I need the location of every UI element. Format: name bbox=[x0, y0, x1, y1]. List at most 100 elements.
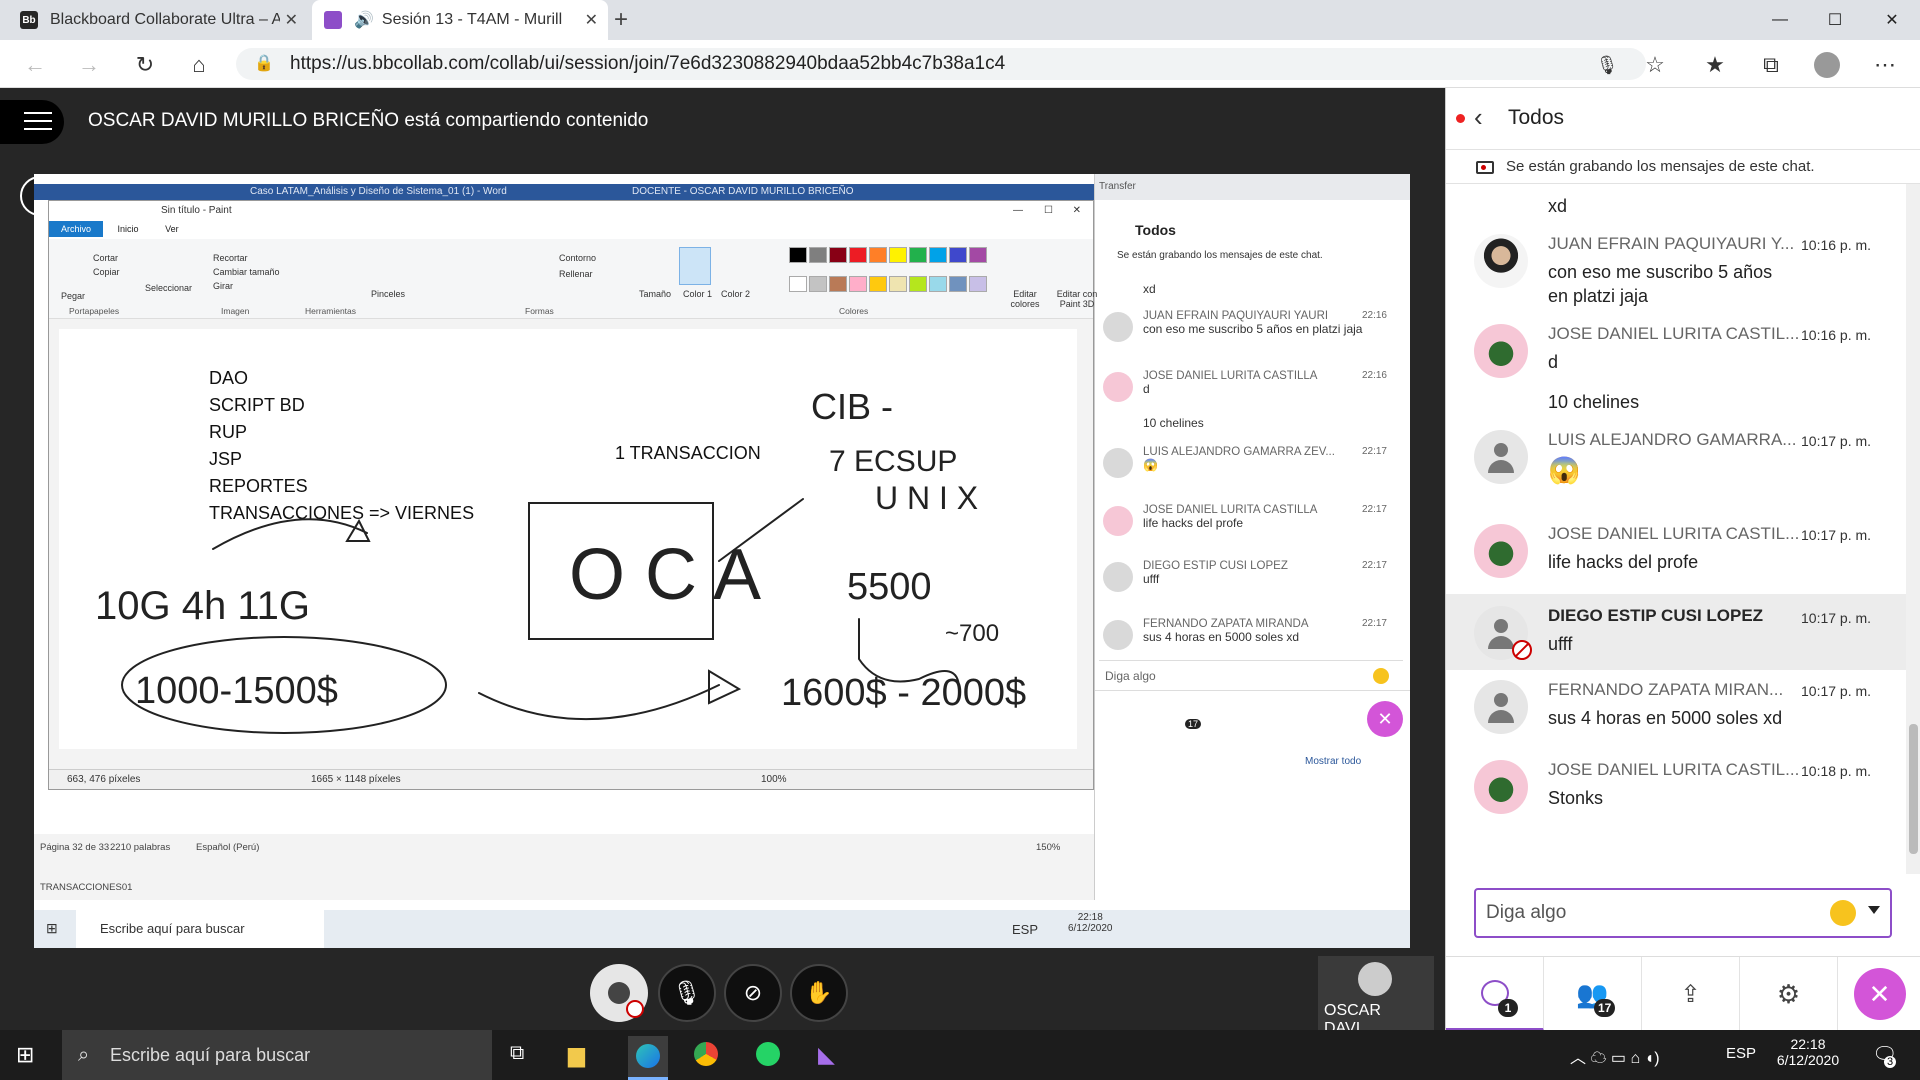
avatar bbox=[1474, 680, 1528, 734]
microphone-button[interactable]: 🎙 bbox=[658, 964, 716, 1022]
collections-icon[interactable]: ⧉ bbox=[1756, 50, 1786, 80]
chat-panel: ‹ Todos Se están grabando los mensajes d… bbox=[1445, 88, 1920, 1031]
palette-swatch bbox=[969, 247, 987, 263]
recording-notice-text: Se están grabando los mensajes de este c… bbox=[1506, 158, 1815, 175]
chrome-icon[interactable] bbox=[694, 1042, 718, 1066]
cursor-position: 663, 476 píxeles bbox=[67, 774, 141, 785]
chat-input[interactable]: Diga algo bbox=[1474, 888, 1892, 938]
status-button[interactable] bbox=[590, 964, 648, 1022]
chat-scrollbar[interactable] bbox=[1906, 184, 1920, 874]
word-zoom: 150% bbox=[1036, 842, 1061, 853]
palette-swatch bbox=[849, 276, 867, 292]
avatar bbox=[1103, 312, 1133, 342]
maximize-icon[interactable]: ☐ bbox=[1807, 0, 1863, 40]
palette-swatch bbox=[889, 247, 907, 263]
blocked-icon bbox=[626, 1000, 644, 1018]
message-text: con eso me suscribo 5 años en platzi jaj… bbox=[1548, 262, 1773, 306]
back-icon[interactable]: ← bbox=[20, 50, 50, 80]
color2-label: Color 2 bbox=[721, 289, 751, 299]
paste-label: Pegar bbox=[61, 291, 86, 301]
microphone-blocked-icon[interactable]: 🎙 bbox=[1592, 50, 1622, 80]
chat-tab-button[interactable]: 1 bbox=[1446, 957, 1544, 1031]
emoji-icon[interactable] bbox=[1830, 900, 1856, 926]
camera-button[interactable]: ⊘ bbox=[724, 964, 782, 1022]
outline-label: Contorno bbox=[559, 253, 597, 263]
attendees-button[interactable]: 👥 17 bbox=[1544, 957, 1642, 1031]
share-content-button[interactable]: ⇪ bbox=[1642, 957, 1740, 1031]
task-view-icon[interactable]: ⧉ bbox=[510, 1042, 524, 1065]
avatar bbox=[1103, 562, 1133, 592]
chat-message: FERNANDO ZAPATA MIRAN... 10:17 p. m. sus… bbox=[1446, 680, 1906, 740]
clock[interactable]: 22:18 6/12/2020 bbox=[1776, 1036, 1840, 1068]
message-author: DIEGO ESTIP CUSI LOPEZ bbox=[1548, 606, 1764, 625]
blackboard-favicon: Bb bbox=[20, 11, 38, 29]
tab-session[interactable]: 🔊 Sesión 13 - T4AM - Murillo ✕ bbox=[312, 0, 608, 40]
language-indicator[interactable]: ESP bbox=[1726, 1045, 1756, 1062]
reload-icon[interactable]: ↻ bbox=[130, 50, 160, 80]
tab-close-icon[interactable]: ✕ bbox=[285, 10, 298, 30]
group-colors: Colores bbox=[839, 306, 869, 316]
message-text: xd bbox=[1548, 196, 1568, 216]
chat-message: LUIS ALEJANDRO GAMARRA... 10:17 p. m. 😱 bbox=[1446, 430, 1906, 494]
file-explorer-icon[interactable]: ▆ bbox=[568, 1042, 585, 1068]
taskbar-search-text: Escribe aquí para buscar bbox=[110, 1045, 311, 1065]
group-tools: Herramientas bbox=[305, 306, 357, 316]
avatar bbox=[1474, 524, 1528, 578]
tab-blackboard[interactable]: Bb Blackboard Collaborate Ultra – A ✕ bbox=[8, 0, 308, 40]
paint-minimize-icon: — bbox=[1013, 205, 1023, 216]
presenter-tile[interactable]: OSCAR DAVI... bbox=[1318, 956, 1434, 1037]
message-text: life hacks del profe bbox=[1548, 552, 1699, 572]
shared-chat-message: DIEGO ESTIP CUSI LOPEZ ufff 22:17 bbox=[1103, 560, 1399, 592]
minimize-icon[interactable]: — bbox=[1752, 0, 1808, 40]
chevron-down-icon[interactable] bbox=[1868, 906, 1880, 914]
forward-icon[interactable]: → bbox=[74, 50, 104, 80]
copy-label: Copiar bbox=[93, 267, 120, 277]
browser-tab-bar: Bb Blackboard Collaborate Ultra – A ✕ 🔊 … bbox=[0, 0, 1920, 40]
word-status-area: Página 32 de 33 2210 palabras Español (P… bbox=[34, 834, 1094, 900]
paint-status-bar: 663, 476 píxeles 1665 × 1148 píxeles 100… bbox=[49, 769, 1093, 789]
image-size: 1665 × 1148 píxeles bbox=[311, 774, 401, 785]
color-palette bbox=[789, 247, 989, 303]
raise-hand-button[interactable]: ✋ bbox=[790, 964, 848, 1022]
system-tray-icons[interactable]: ︿ ☁ ▭ ⌂ ◖) bbox=[1570, 1044, 1660, 1068]
url-field[interactable]: 🔒 https://us.bbcollab.com/collab/ui/sess… bbox=[236, 48, 1646, 80]
crop-label: Recortar bbox=[213, 253, 248, 263]
speaker-icon[interactable]: 🔊 bbox=[354, 10, 374, 30]
edge-icon[interactable] bbox=[628, 1036, 668, 1080]
taskbar-search[interactable]: ⌕ Escribe aquí para buscar bbox=[62, 1030, 492, 1080]
avatar bbox=[1474, 324, 1528, 378]
hand-text: 5500 bbox=[847, 566, 932, 608]
whatsapp-icon[interactable] bbox=[756, 1042, 780, 1066]
hand-text: U N I X bbox=[875, 480, 978, 516]
visual-studio-icon[interactable]: ◣ bbox=[818, 1042, 835, 1068]
new-tab-icon[interactable]: + bbox=[614, 6, 628, 34]
paint-title: Sin título - Paint bbox=[161, 205, 232, 216]
close-panel-button[interactable]: ✕ bbox=[1838, 957, 1920, 1031]
shared-chat-title: Todos bbox=[1135, 222, 1176, 238]
palette-swatch bbox=[869, 276, 887, 292]
message-emoji: 😱 bbox=[1548, 455, 1581, 485]
session-menu-button[interactable] bbox=[0, 100, 64, 144]
windows-start-icon[interactable]: ⊞ bbox=[16, 1042, 34, 1068]
avatar bbox=[1474, 760, 1528, 814]
more-menu-icon[interactable]: ⋯ bbox=[1870, 50, 1900, 80]
tab-close-icon[interactable]: ✕ bbox=[585, 10, 598, 30]
back-chevron-icon[interactable]: ‹ bbox=[1474, 102, 1483, 133]
home-icon[interactable]: ⌂ bbox=[184, 50, 214, 80]
window-close-icon[interactable]: ✕ bbox=[1864, 0, 1920, 40]
favorite-star-icon[interactable]: ☆ bbox=[1640, 50, 1670, 80]
shared-chrome-tab: Transfer bbox=[1095, 174, 1410, 200]
avatar bbox=[1103, 620, 1133, 650]
recording-icon bbox=[1476, 161, 1494, 174]
paint-title-bar: Sin título - Paint — ☐ ✕ bbox=[49, 201, 1093, 221]
settings-button[interactable]: ⚙ bbox=[1740, 957, 1838, 1031]
rotate-label: Girar bbox=[213, 281, 233, 291]
scroll-thumb[interactable] bbox=[1909, 724, 1918, 854]
palette-swatch bbox=[949, 247, 967, 263]
shared-tab-title: Transfer bbox=[1099, 181, 1136, 192]
user-status-icon bbox=[608, 982, 630, 1004]
profile-icon[interactable] bbox=[1812, 50, 1842, 80]
palette-swatch bbox=[929, 247, 947, 263]
chat-message: 10 chelines bbox=[1446, 390, 1906, 420]
favorites-list-icon[interactable]: ★ bbox=[1700, 50, 1730, 80]
